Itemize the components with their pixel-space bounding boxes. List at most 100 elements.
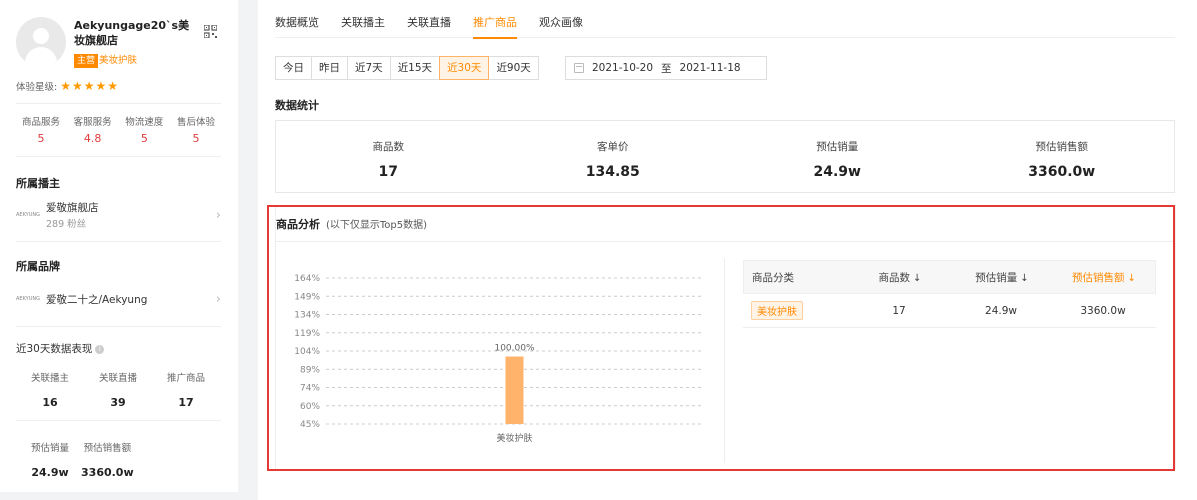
col-header-revenue[interactable]: 预估销售额 ↓ <box>1053 270 1155 285</box>
cell-sales: 24.9w <box>985 304 1017 317</box>
start-date[interactable]: 2021-10-20 <box>592 62 653 74</box>
divider <box>16 420 221 421</box>
perf-stat-value: 16 <box>42 396 58 409</box>
sort-down-icon[interactable]: ↓ <box>1128 273 1136 284</box>
x-tick-label: 美妆护肤 <box>496 432 532 444</box>
brand-name: 爱敬二十之/Aekyung <box>46 293 148 306</box>
divider <box>16 103 221 104</box>
cell-count: 17 <box>892 304 906 317</box>
stat-value: 3360.0w <box>1028 164 1096 180</box>
main-business-tag: 主营 <box>74 54 99 68</box>
y-tick-label: 134% <box>294 311 320 321</box>
table-row: 美妆护肤 17 24.9w 3360.0w <box>743 294 1156 328</box>
perf-stat: 推广商品 17 <box>152 370 220 409</box>
range-15d-button[interactable]: 近15天 <box>389 56 441 80</box>
divider <box>16 241 221 242</box>
score-label: 售后体验 <box>176 117 215 128</box>
vertical-divider <box>724 258 725 463</box>
perf-stat-value: 39 <box>110 396 126 409</box>
perf-stat-label: 关联直播 <box>98 373 137 384</box>
perf-title-text: 近30天数据表现 <box>16 343 93 355</box>
date-range-buttons: 今日 昨日 近7天 近15天 近30天 近90天 <box>275 56 539 80</box>
qr-code-icon[interactable] <box>204 25 217 38</box>
shop-name: Aekyungage20`s美妆旗舰店 <box>74 19 190 47</box>
shop-info-panel: Aekyungage20`s美妆旗舰店 主营 美妆护肤 体验星级: ★★★★★ … <box>0 0 238 492</box>
col-header-count[interactable]: 商品数 ↓ <box>849 270 951 285</box>
perf-stats-2: 预估销量 24.9w 预估销售额 3360.0w <box>31 440 146 479</box>
perf-stat-label: 预估销售额 <box>83 443 132 454</box>
main-category-label: 美妆护肤 <box>99 55 138 66</box>
brand-item[interactable]: AEKYUNG 爱敬二十之/Aekyung › <box>16 284 221 314</box>
perf-stat-value: 17 <box>178 396 194 409</box>
tab-related-anchors[interactable]: 关联播主 <box>341 0 385 38</box>
score-value: 5 <box>140 132 148 145</box>
tab-promoted-products[interactable]: 推广商品 <box>473 0 517 39</box>
perf-stats: 关联播主 16 关联直播 39 推广商品 17 <box>16 370 221 409</box>
divider <box>16 326 221 327</box>
range-30d-button[interactable]: 近30天 <box>439 56 490 80</box>
perf-stat: 预估销量 24.9w <box>31 440 69 479</box>
score-label: 商品服务 <box>21 117 60 128</box>
range-7d-button[interactable]: 近7天 <box>347 56 391 80</box>
anchor-fans: 289 粉丝 <box>46 219 87 230</box>
perf-stat-label: 预估销量 <box>31 443 70 454</box>
score-label: 物流速度 <box>125 117 164 128</box>
sort-down-icon[interactable]: ↓ <box>913 273 921 284</box>
bar-data-label: 100.00% <box>494 344 534 354</box>
analysis-title: 商品分析 <box>276 217 320 231</box>
perf-stat-value: 3360.0w <box>81 466 134 479</box>
col-header-label: 预估销售额 <box>1072 271 1125 284</box>
anchor-section-title: 所属播主 <box>16 177 60 190</box>
tab-overview[interactable]: 数据概览 <box>275 0 319 38</box>
range-today-button[interactable]: 今日 <box>275 56 312 80</box>
y-tick-label: 104% <box>294 347 320 357</box>
date-range-picker[interactable]: 2021-10-20 至 2021-11-18 <box>565 56 767 80</box>
col-header-category: 商品分类 <box>752 271 794 284</box>
tab-related-live[interactable]: 关联直播 <box>407 0 451 38</box>
stat-label: 预估销量 <box>816 141 859 153</box>
score-item: 物流速度 5 <box>119 114 169 145</box>
perf-stat-value: 24.9w <box>31 466 69 479</box>
range-yesterday-button[interactable]: 昨日 <box>311 56 348 80</box>
range-90d-button[interactable]: 近90天 <box>488 56 539 80</box>
rating-label: 体验星级: <box>16 82 58 93</box>
category-table: 商品分类 商品数 ↓ 预估销量 ↓ 预估销售额 ↓ 美妆护肤 17 24.9w 336… <box>743 260 1156 328</box>
score-item: 客服服务 4.8 <box>68 114 118 145</box>
y-tick-label: 45% <box>300 420 320 430</box>
stat-label: 商品数 <box>372 141 405 153</box>
score-label: 客服服务 <box>73 117 112 128</box>
y-tick-label: 119% <box>294 329 320 339</box>
col-header-label: 预估销量 <box>975 271 1018 284</box>
stat-item: 商品数 17 <box>276 121 501 192</box>
stat-value: 17 <box>378 164 398 180</box>
col-header-sales[interactable]: 预估销量 ↓ <box>951 270 1053 285</box>
perf-stat-label: 关联播主 <box>30 373 69 384</box>
tab-bar: 数据概览 关联播主 关联直播 推广商品 观众画像 <box>275 0 1175 39</box>
date-separator: 至 <box>661 62 672 75</box>
sort-down-icon[interactable]: ↓ <box>1020 273 1028 284</box>
shop-avatar <box>16 17 66 67</box>
y-tick-label: 60% <box>300 402 320 412</box>
anchor-logo: AEKYUNG <box>16 212 41 218</box>
y-tick-label: 149% <box>294 292 320 302</box>
stats-section-title: 数据统计 <box>275 99 319 112</box>
chevron-right-icon: › <box>215 291 221 307</box>
bar[interactable] <box>505 356 524 424</box>
anchor-item[interactable]: AEKYUNG 爱敬旗舰店 289 粉丝 › <box>16 200 221 230</box>
perf-section-title: 近30天数据表现 i <box>16 341 105 356</box>
score-item: 售后体验 5 <box>171 114 221 145</box>
perf-stat: 预估销售额 3360.0w <box>81 440 134 479</box>
y-tick-label: 74% <box>300 384 320 394</box>
score-item: 商品服务 5 <box>16 114 66 145</box>
info-icon[interactable]: i <box>95 344 105 354</box>
stat-value: 24.9w <box>813 164 861 180</box>
brand-section-title: 所属品牌 <box>16 260 60 273</box>
col-header-label: 商品数 <box>878 271 911 284</box>
cell-revenue: 3360.0w <box>1080 304 1126 317</box>
table-header: 商品分类 商品数 ↓ 预估销量 ↓ 预估销售额 ↓ <box>743 260 1156 294</box>
category-tag[interactable]: 美妆护肤 <box>751 301 803 320</box>
analysis-note: (以下仅显示Top5数据) <box>326 220 428 231</box>
y-tick-label: 164% <box>294 274 320 284</box>
end-date[interactable]: 2021-11-18 <box>680 62 741 74</box>
tab-audience[interactable]: 观众画像 <box>539 0 583 38</box>
